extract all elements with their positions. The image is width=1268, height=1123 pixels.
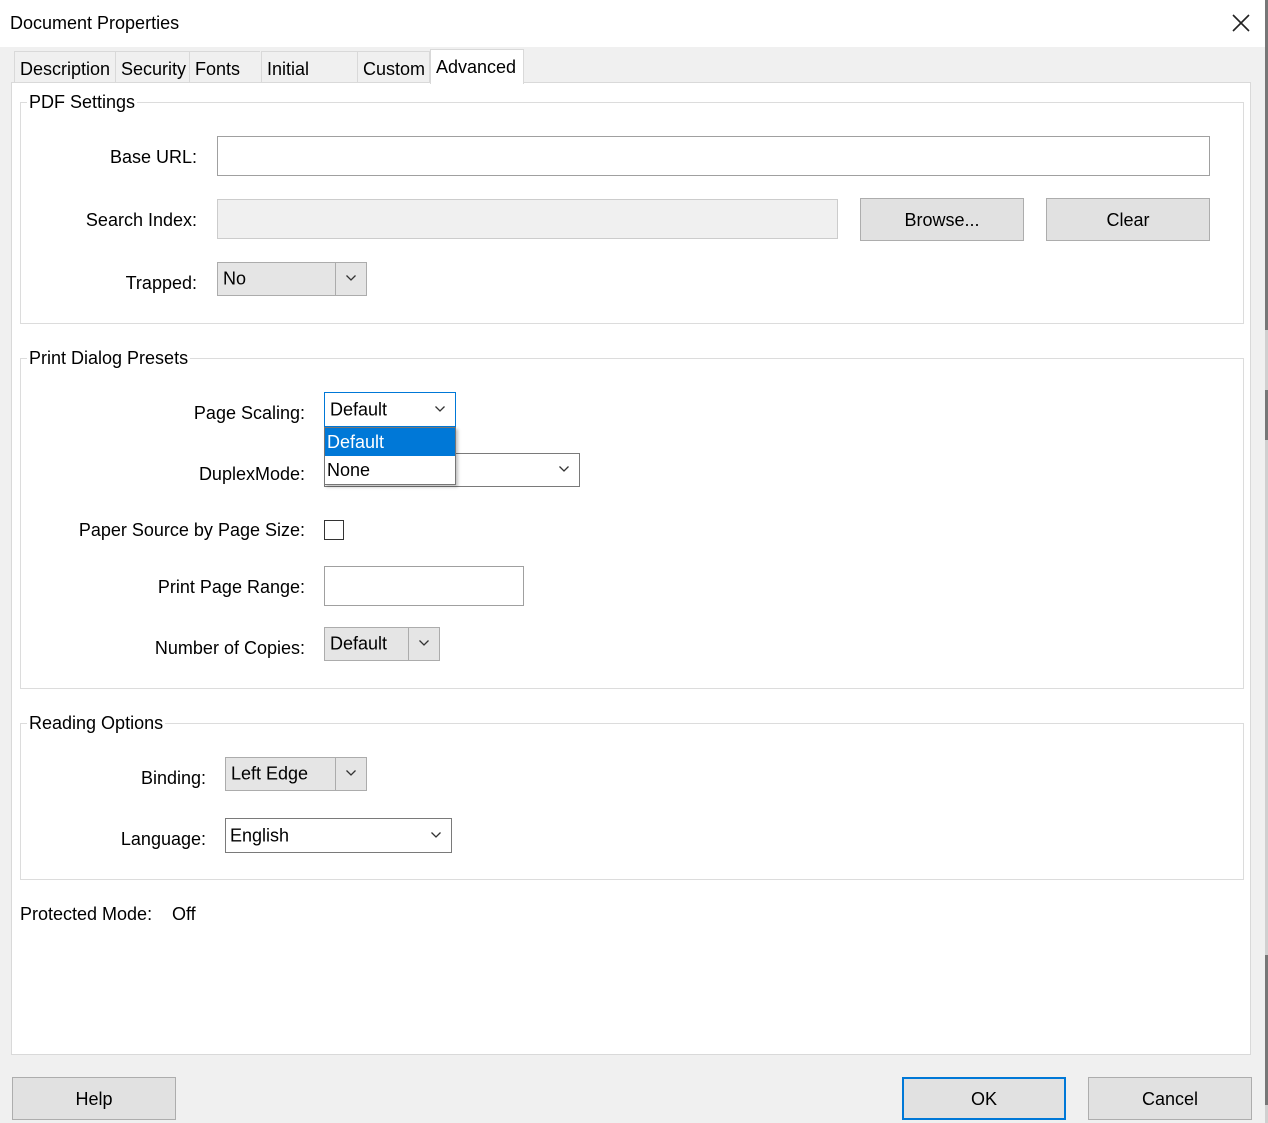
- reading-options-legend: Reading Options: [27, 713, 166, 734]
- tab-security[interactable]: Security: [115, 51, 189, 83]
- page-scaling-label: Page Scaling:: [193, 403, 305, 423]
- binding-label: Binding:: [140, 768, 206, 788]
- language-value: English: [230, 825, 290, 845]
- paper-source-label: Paper Source by Page Size:: [78, 520, 305, 540]
- cancel-button[interactable]: Cancel: [1088, 1077, 1252, 1120]
- copies-value: Default: [330, 633, 388, 654]
- pdf-settings-legend: PDF Settings: [27, 92, 138, 113]
- chevron-down-icon: [559, 466, 569, 472]
- trapped-value: No: [223, 268, 247, 289]
- option-default[interactable]: Default: [325, 428, 455, 456]
- chevron-down-icon: [346, 275, 356, 281]
- duplex-mode-label: DuplexMode:: [198, 464, 305, 484]
- ok-button[interactable]: OK: [902, 1077, 1066, 1120]
- language-select[interactable]: English: [225, 818, 452, 853]
- protected-mode-value: Off: [172, 904, 196, 924]
- reading-options-group: [20, 723, 1244, 880]
- page-scaling-dropdown: Default None: [324, 427, 456, 485]
- tab-description[interactable]: Description: [14, 51, 115, 83]
- base-url-input[interactable]: [217, 136, 1210, 176]
- page-scaling-value: Default: [330, 399, 388, 419]
- tab-custom[interactable]: Custom: [357, 51, 430, 83]
- language-label: Language:: [120, 829, 206, 849]
- page-scaling-select[interactable]: Default: [324, 392, 456, 427]
- option-none[interactable]: None: [325, 456, 455, 484]
- binding-value: Left Edge: [231, 763, 309, 784]
- print-range-label: Print Page Range:: [157, 577, 305, 597]
- base-url-label: Base URL:: [109, 147, 197, 167]
- protected-mode-label: Protected Mode:: [20, 904, 153, 924]
- copies-select[interactable]: Default: [324, 627, 440, 661]
- chevron-down-icon: [346, 770, 356, 776]
- tab-fonts[interactable]: Fonts: [189, 51, 260, 83]
- close-icon[interactable]: [1226, 8, 1256, 38]
- help-button[interactable]: Help: [12, 1077, 176, 1120]
- paper-source-checkbox[interactable]: [324, 520, 344, 540]
- tab-initial-view[interactable]: Initial View: [261, 51, 357, 113]
- print-range-input[interactable]: [324, 566, 524, 606]
- search-index-input: [217, 199, 838, 239]
- window-title: Document Properties: [10, 13, 180, 33]
- binding-select[interactable]: Left Edge: [225, 757, 367, 791]
- chevron-down-icon: [419, 640, 429, 646]
- search-index-label: Search Index:: [85, 210, 197, 230]
- tab-advanced[interactable]: Advanced: [430, 49, 524, 84]
- trapped-select[interactable]: No: [217, 262, 367, 296]
- browse-button[interactable]: Browse...: [860, 198, 1024, 241]
- clear-button[interactable]: Clear: [1046, 198, 1210, 241]
- copies-label: Number of Copies:: [154, 638, 305, 658]
- print-presets-legend: Print Dialog Presets: [27, 348, 191, 369]
- trapped-label: Trapped:: [125, 273, 197, 293]
- chevron-down-icon: [431, 831, 441, 838]
- title-bar: [0, 0, 1268, 47]
- chevron-down-icon: [435, 405, 445, 412]
